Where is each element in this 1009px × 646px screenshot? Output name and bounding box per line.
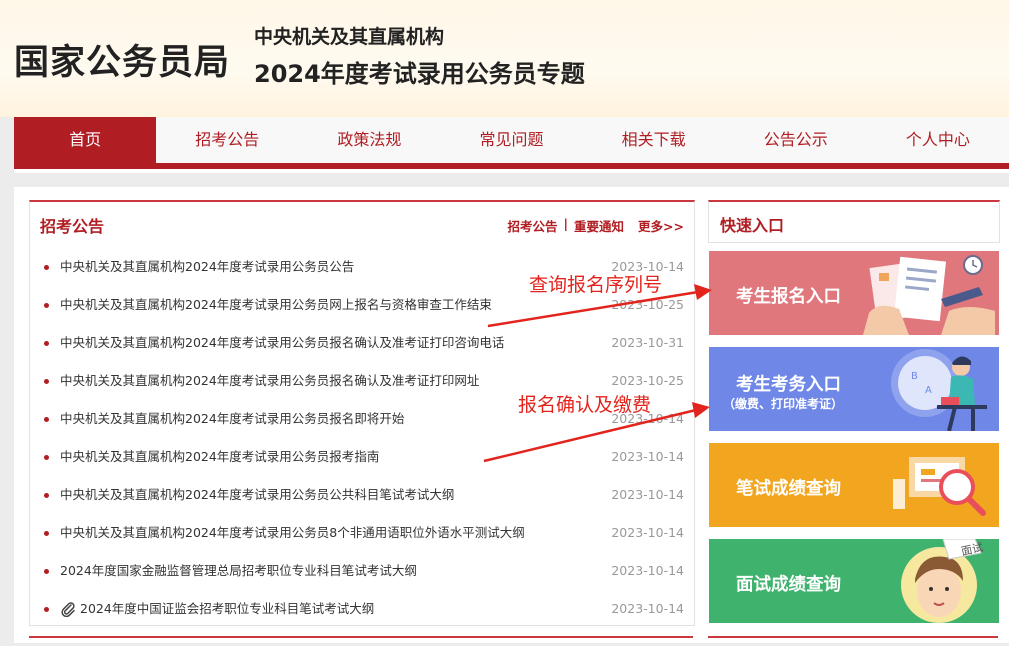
main-nav: 首页 招考公告 政策法规 常见问题 相关下载 公告公示 个人中心 — [14, 117, 1009, 163]
quick-entry-header: 快速入口 — [708, 200, 1000, 243]
bullet-icon — [44, 265, 49, 270]
list-item[interactable]: 中央机关及其直属机构2024年度考试录用公务员8个非通用语职位外语水平测试大纲 … — [30, 514, 694, 552]
link-separator: | — [563, 216, 569, 231]
site-logo[interactable]: 国家公务员局 — [14, 34, 230, 85]
content-divider — [14, 173, 1009, 187]
magnifier-illustration-icon — [893, 457, 986, 516]
bullet-icon — [44, 417, 49, 422]
bullet-icon — [44, 607, 49, 612]
nav-recruitment[interactable]: 招考公告 — [156, 117, 298, 163]
news-date: 2023-10-31 — [611, 335, 684, 350]
svg-text:A: A — [925, 385, 932, 396]
tile-sublabel: （缴费、打印准考证） — [723, 397, 844, 411]
link-announcements[interactable]: 招考公告 — [507, 216, 557, 235]
quick-entry-title: 快速入口 — [720, 216, 785, 235]
tile-label: 考生报名入口 — [736, 287, 841, 307]
list-item[interactable]: 2024年度国家金融监督管理总局招考职位专业科目笔试考试大纲 2023-10-1… — [30, 552, 694, 590]
tile-label: 考生考务入口 — [736, 375, 841, 395]
news-date: 2023-10-14 — [611, 601, 684, 616]
tile-label: 笔试成绩查询 — [736, 479, 841, 499]
panel-title: 招考公告 — [40, 217, 105, 236]
next-right-panel-edge — [708, 636, 998, 646]
annotation-confirm-pay: 报名确认及缴费 — [518, 394, 652, 416]
registration-entry-button[interactable]: 考生报名入口 — [709, 251, 999, 335]
news-title[interactable]: 中央机关及其直属机构2024年度考试录用公务员公告 — [60, 248, 354, 286]
news-title[interactable]: 2024年度国家金融监督管理总局招考职位专业科目笔试考试大纲 — [60, 552, 417, 590]
person-at-desk-illustration-icon: B A — [891, 349, 987, 431]
bullet-icon — [44, 493, 49, 498]
news-title[interactable]: 中央机关及其直属机构2024年度考试录用公务员公共科目笔试考试大纲 — [60, 476, 454, 514]
document-illustration-icon — [863, 255, 995, 335]
bullet-icon — [44, 303, 49, 308]
news-title[interactable]: 中央机关及其直属机构2024年度考试录用公务员报考指南 — [60, 438, 379, 476]
exam-affairs-entry-button[interactable]: 考生考务入口 （缴费、打印准考证） B A — [709, 347, 999, 431]
bullet-icon — [44, 569, 49, 574]
written-score-query-button[interactable]: 笔试成绩查询 — [709, 443, 999, 527]
news-date: 2023-10-14 — [611, 487, 684, 502]
bullet-icon — [44, 531, 49, 536]
list-item[interactable]: 2024年度中国证监会招考职位专业科目笔试考试大纲 2023-10-14 — [30, 590, 694, 628]
header: 国家公务员局 中央机关及其直属机构 2024年度考试录用公务员专题 — [0, 0, 1009, 117]
tile-label: 面试成绩查询 — [736, 575, 841, 595]
news-date: 2023-10-14 — [611, 563, 684, 578]
nav-home[interactable]: 首页 — [14, 117, 157, 163]
nav-policies[interactable]: 政策法规 — [298, 117, 440, 163]
nav-public-notices[interactable]: 公告公示 — [725, 117, 867, 163]
news-title[interactable]: 中央机关及其直属机构2024年度考试录用公务员报名即将开始 — [60, 400, 404, 438]
paperclip-icon — [61, 602, 75, 617]
news-date: 2023-10-14 — [611, 525, 684, 540]
news-list: 中央机关及其直属机构2024年度考试录用公务员公告 2023-10-14 中央机… — [30, 248, 694, 628]
news-title[interactable]: 中央机关及其直属机构2024年度考试录用公务员网上报名与资格审查工作结束 — [60, 286, 492, 324]
annotation-query-serial: 查询报名序列号 — [529, 274, 663, 296]
svg-text:B: B — [911, 371, 918, 382]
nav-faq[interactable]: 常见问题 — [440, 117, 582, 163]
bullet-icon — [44, 455, 49, 460]
news-title[interactable]: 中央机关及其直属机构2024年度考试录用公务员8个非通用语职位外语水平测试大纲 — [60, 514, 525, 552]
news-title[interactable]: 中央机关及其直属机构2024年度考试录用公务员报名确认及准考证打印网址 — [60, 362, 479, 400]
nav-personal-center[interactable]: 个人中心 — [867, 117, 1009, 163]
more-link[interactable]: 更多>> — [638, 216, 684, 235]
panel-links: 招考公告 | 重要通知 更多>> — [507, 216, 684, 235]
news-title[interactable]: 2024年度中国证监会招考职位专业科目笔试考试大纲 — [80, 590, 374, 628]
link-important-notices[interactable]: 重要通知 — [574, 216, 624, 235]
bullet-icon — [44, 341, 49, 346]
bullet-icon — [44, 379, 49, 384]
header-subtitle: 中央机关及其直属机构 — [254, 26, 445, 48]
news-title[interactable]: 中央机关及其直属机构2024年度考试录用公务员报名确认及准考证打印咨询电话 — [60, 324, 504, 362]
nav-downloads[interactable]: 相关下载 — [583, 117, 725, 163]
list-item[interactable]: 中央机关及其直属机构2024年度考试录用公务员报名确认及准考证打印咨询电话 20… — [30, 324, 694, 362]
list-item[interactable]: 中央机关及其直属机构2024年度考试录用公务员报考指南 2023-10-14 — [30, 438, 694, 476]
list-item[interactable]: 中央机关及其直属机构2024年度考试录用公务员公共科目笔试考试大纲 2023-1… — [30, 476, 694, 514]
news-date: 2023-10-14 — [611, 449, 684, 464]
header-title: 2024年度考试录用公务员专题 — [254, 60, 585, 88]
next-panel-edge — [29, 636, 693, 646]
interview-score-query-button[interactable]: 面试成绩查询 面试 — [709, 539, 999, 623]
